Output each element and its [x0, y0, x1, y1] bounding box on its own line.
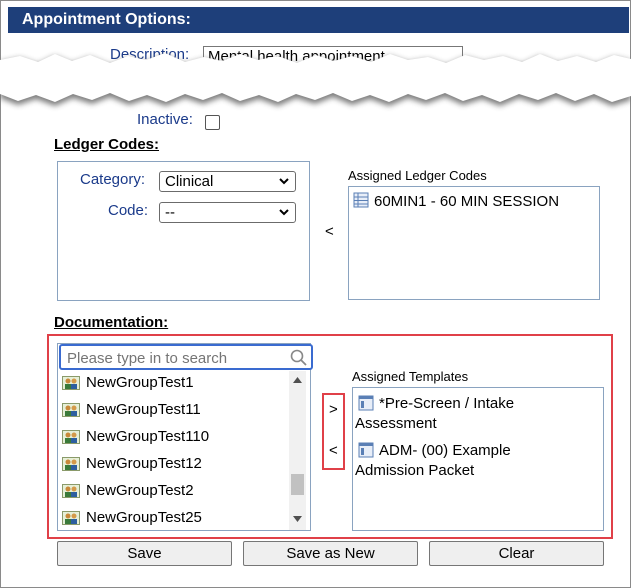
template-list-scrollbar[interactable]	[289, 371, 306, 530]
chevron-down-icon	[279, 178, 289, 185]
template-source-list: NewGroupTest1 NewGroupTest11 NewGroupTes…	[58, 371, 289, 530]
category-select[interactable]: Clinical	[159, 171, 296, 192]
list-item[interactable]: NewGroupTest12	[62, 452, 202, 476]
list-item[interactable]: NewGroupTest2	[62, 479, 194, 503]
clear-button[interactable]: Clear	[429, 541, 604, 566]
assigned-template-item[interactable]: *Pre-Screen / Intake Assessment	[353, 392, 603, 436]
ledger-table-icon	[353, 192, 369, 208]
group-icon	[62, 482, 80, 499]
inactive-label: Inactive:	[137, 111, 193, 128]
template-line1: *Pre-Screen / Intake	[379, 395, 515, 412]
save-as-new-button[interactable]: Save as New	[243, 541, 418, 566]
template-line1: ADM- (00) Example	[379, 442, 511, 459]
list-item[interactable]: NewGroupTest11	[62, 398, 201, 422]
code-select[interactable]: --	[159, 202, 296, 223]
remove-template-button[interactable]: <	[329, 442, 338, 459]
inactive-checkbox[interactable]	[205, 115, 220, 130]
list-item-label: NewGroupTest12	[86, 455, 202, 472]
assigned-template-item[interactable]: ADM- (00) Example Admission Packet	[353, 439, 603, 483]
category-label: Category:	[80, 171, 146, 188]
add-template-button[interactable]: >	[329, 401, 338, 418]
documentation-title: Documentation:	[54, 314, 169, 331]
scroll-down-icon[interactable]	[293, 516, 302, 522]
section-header: Appointment Options:	[8, 7, 629, 33]
template-search-box[interactable]	[59, 344, 313, 370]
template-icon	[358, 442, 374, 458]
scrollbar-thumb[interactable]	[291, 474, 304, 495]
template-icon	[358, 395, 374, 411]
list-item[interactable]: NewGroupTest1	[62, 371, 194, 395]
assigned-templates-label: Assigned Templates	[352, 369, 469, 384]
list-item[interactable]: NewGroupTest110	[62, 425, 209, 449]
group-icon	[62, 428, 80, 445]
assigned-templates-list: *Pre-Screen / Intake Assessment ADM- (00…	[352, 387, 604, 531]
group-icon	[62, 509, 80, 526]
assigned-ledger-codes-list: 60MIN1 - 60 MIN SESSION	[348, 186, 600, 300]
list-item-label: NewGroupTest11	[86, 401, 201, 418]
search-icon	[290, 349, 307, 366]
category-value: Clinical	[165, 173, 214, 190]
ledger-code-text: 60MIN1 - 60 MIN SESSION	[374, 193, 560, 210]
ledger-codes-title: Ledger Codes:	[54, 136, 160, 153]
list-item[interactable]: NewGroupTest25	[62, 506, 202, 530]
group-icon	[62, 401, 80, 418]
torn-paper-divider	[0, 53, 631, 106]
ledger-code-item[interactable]: 60MIN1 - 60 MIN SESSION	[353, 191, 559, 213]
save-button[interactable]: Save	[57, 541, 232, 566]
list-item-label: NewGroupTest2	[86, 482, 194, 499]
scroll-up-icon[interactable]	[293, 377, 302, 383]
list-item-label: NewGroupTest25	[86, 509, 202, 526]
header-title: Appointment Options:	[22, 11, 191, 28]
ledger-remove-arrow[interactable]: <	[325, 223, 334, 240]
code-value: --	[165, 204, 175, 221]
assigned-ledger-codes-label: Assigned Ledger Codes	[348, 168, 487, 183]
template-search-input[interactable]	[65, 347, 291, 369]
template-line2: Admission Packet	[355, 462, 475, 479]
list-item-label: NewGroupTest1	[86, 374, 194, 391]
code-label: Code:	[108, 202, 149, 219]
group-icon	[62, 455, 80, 472]
group-icon	[62, 374, 80, 391]
list-item-label: NewGroupTest110	[86, 428, 210, 445]
chevron-down-icon	[279, 209, 289, 216]
template-line2: Assessment	[355, 415, 437, 432]
